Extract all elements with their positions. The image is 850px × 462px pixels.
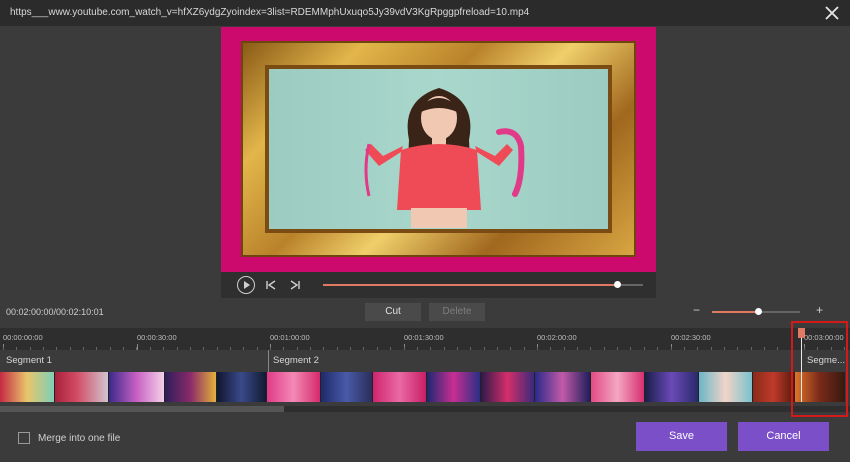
- ruler-tick-label: 00:01:30:00: [404, 333, 444, 342]
- skip-back-icon[interactable]: [265, 279, 277, 291]
- thumbnail-strip[interactable]: [0, 372, 850, 402]
- save-button[interactable]: Save: [636, 422, 727, 451]
- merge-label: Merge into one file: [38, 433, 121, 444]
- segment-label-3[interactable]: Segme...: [807, 355, 845, 366]
- timeline-thumbnail[interactable]: [481, 372, 535, 402]
- segment-label-1[interactable]: Segment 1: [6, 355, 52, 366]
- playhead-line: [801, 338, 802, 402]
- skip-forward-icon[interactable]: [289, 279, 301, 291]
- playhead[interactable]: [798, 328, 805, 402]
- delete-button[interactable]: Delete: [429, 303, 485, 321]
- timeline-thumbnail[interactable]: [427, 372, 481, 402]
- zoom-slider[interactable]: [712, 308, 800, 315]
- play-icon[interactable]: [237, 276, 255, 294]
- timecode-readout: 00:02:00:00/00:02:10:01: [6, 307, 104, 317]
- video-preview: [221, 27, 656, 272]
- ruler-tick-label: 00:03:00:00: [804, 333, 844, 342]
- window-title: https___www.youtube.com_watch_v=hfXZ6ydg…: [10, 7, 530, 18]
- timeline-scrollbar[interactable]: [0, 406, 850, 412]
- zoom-fill: [712, 311, 758, 313]
- timeline-thumbnail[interactable]: [217, 372, 267, 402]
- timeline-ruler[interactable]: 00:00:00:00 00:00:30:00 00:01:00:00 00:01:3…: [0, 328, 850, 350]
- seek-handle[interactable]: [614, 281, 622, 288]
- timeline-thumbnail[interactable]: [591, 372, 645, 402]
- timeline-thumbnail[interactable]: [373, 372, 427, 402]
- seek-progress: [323, 284, 618, 286]
- video-trim-dialog: https___www.youtube.com_watch_v=hfXZ6ydg…: [0, 0, 850, 462]
- timeline-thumbnail[interactable]: [321, 372, 373, 402]
- cancel-button[interactable]: Cancel: [738, 422, 829, 451]
- ruler-tick-label: 00:02:00:00: [537, 333, 577, 342]
- timeline-thumbnail[interactable]: [55, 372, 109, 402]
- gold-frame: [241, 41, 636, 257]
- person-figure: [364, 88, 524, 228]
- timeline-thumbnail[interactable]: [109, 372, 165, 402]
- cut-button[interactable]: Cut: [365, 303, 421, 321]
- timeline-thumbnail[interactable]: [699, 372, 753, 402]
- ruler-tick-label: 00:02:30:00: [671, 333, 711, 342]
- segment-label-row: Segment 1 Segment 2 Segme...: [0, 350, 850, 370]
- scrollbar-thumb[interactable]: [0, 406, 284, 412]
- video-frame-content: [265, 65, 612, 233]
- close-icon[interactable]: [822, 3, 842, 23]
- title-bar: https___www.youtube.com_watch_v=hfXZ6ydg…: [0, 0, 850, 26]
- merge-checkbox[interactable]: [18, 432, 30, 444]
- timeline-thumbnail[interactable]: [0, 372, 55, 402]
- player-controls: [221, 272, 656, 298]
- ruler-tick-label: 00:01:00:00: [270, 333, 310, 342]
- segment-label-2[interactable]: Segment 2: [273, 355, 319, 366]
- timeline-thumbnail[interactable]: [645, 372, 699, 402]
- ruler-tick-label: 00:00:30:00: [137, 333, 177, 342]
- zoom-in-button[interactable]: +: [816, 303, 823, 317]
- timeline-thumbnail[interactable]: [165, 372, 217, 402]
- zoom-out-button[interactable]: −: [693, 303, 700, 317]
- zoom-handle[interactable]: [754, 308, 762, 315]
- seek-bar[interactable]: [323, 281, 643, 288]
- ruler-tick-label: 00:00:00:00: [3, 333, 43, 342]
- timeline-thumbnail[interactable]: [267, 372, 321, 402]
- timeline-thumbnail[interactable]: [535, 372, 591, 402]
- playhead-handle[interactable]: [798, 328, 805, 338]
- timeline-thumbnail[interactable]: [753, 372, 795, 402]
